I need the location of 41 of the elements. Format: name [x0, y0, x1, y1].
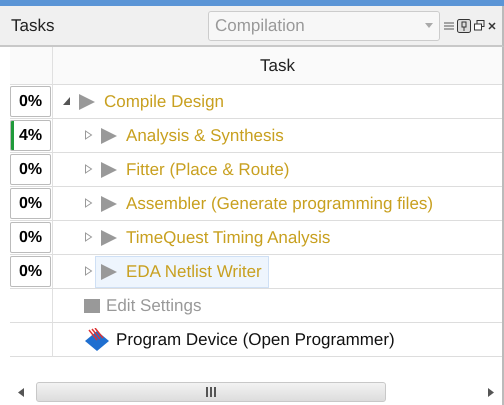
progress-text: 0%: [18, 160, 42, 178]
panel-title: Tasks: [11, 16, 56, 36]
window-icon: [84, 298, 100, 312]
progress-text: 4%: [18, 126, 42, 144]
scroll-right-icon[interactable]: [488, 388, 494, 396]
expand-arrow-icon[interactable]: [84, 198, 93, 208]
menu-icon[interactable]: [444, 20, 454, 30]
play-icon[interactable]: [100, 194, 118, 212]
flow-dropdown[interactable]: Compilation: [208, 10, 440, 40]
expand-arrow-icon[interactable]: [84, 130, 93, 140]
close-icon[interactable]: [488, 22, 496, 30]
scrollbar-thumb[interactable]: [36, 382, 386, 402]
progress-text: 0%: [18, 228, 42, 246]
task-item[interactable]: EDA Netlist Writer: [95, 256, 269, 288]
action-item[interactable]: Program Device (Open Programmer): [53, 323, 502, 357]
task-item[interactable]: Analysis & Synthesis: [95, 120, 291, 152]
dropdown-arrow-icon: [425, 23, 433, 28]
expand-arrow-icon[interactable]: [84, 232, 93, 242]
task-item[interactable]: TimeQuest Timing Analysis: [95, 222, 338, 254]
task-item[interactable]: Assembler (Generate programming files): [95, 188, 440, 220]
expand-arrow-icon[interactable]: [84, 266, 93, 276]
expand-arrow-icon[interactable]: [84, 164, 93, 174]
progress-text: 0%: [18, 92, 42, 110]
task-item[interactable]: Fitter (Place & Route): [95, 154, 296, 186]
progress-text: 0%: [18, 194, 42, 212]
table-cell: [10, 323, 53, 357]
play-icon[interactable]: [100, 262, 118, 280]
play-icon[interactable]: [100, 160, 118, 178]
task-item[interactable]: Compile Design: [73, 86, 231, 118]
play-icon[interactable]: [100, 228, 118, 246]
restore-icon[interactable]: [474, 20, 485, 31]
column-header[interactable]: Task: [53, 47, 502, 85]
collapse-arrow-icon[interactable]: [62, 96, 71, 106]
scroll-left-icon[interactable]: [18, 388, 24, 396]
progress-text: 0%: [18, 262, 42, 280]
action-item[interactable]: Edit Settings: [53, 289, 502, 323]
play-icon[interactable]: [78, 92, 96, 110]
pin-icon[interactable]: [457, 18, 471, 32]
play-icon[interactable]: [100, 126, 118, 144]
programmer-icon: [84, 328, 110, 352]
grip-icon: [205, 387, 217, 397]
